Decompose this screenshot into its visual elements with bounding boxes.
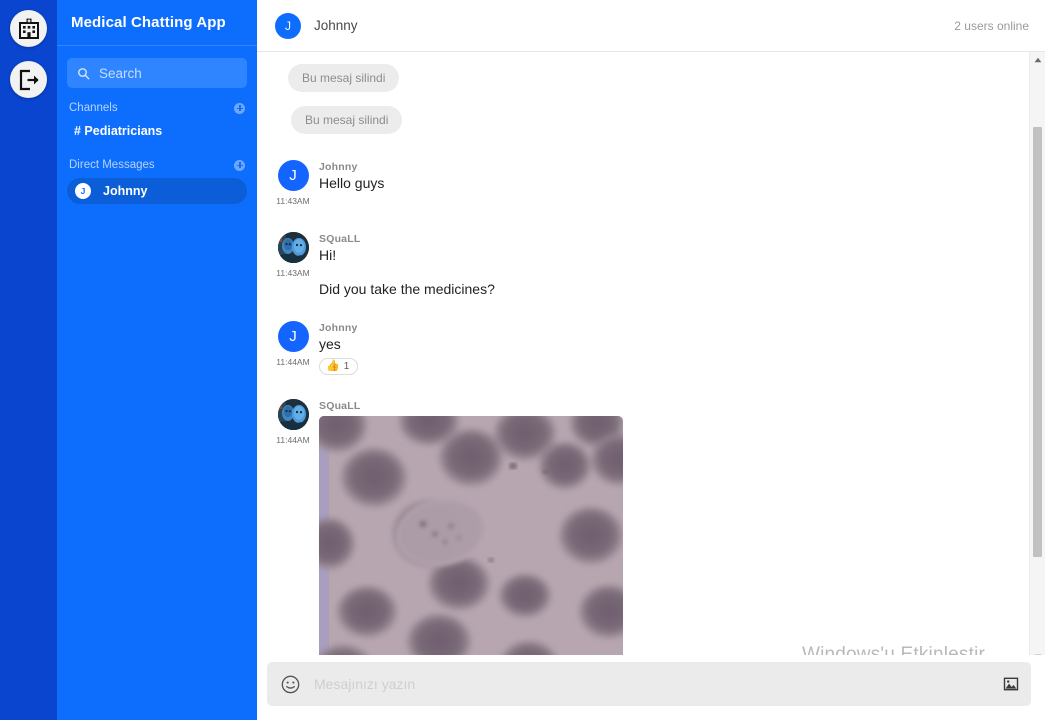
sidebar-section-label-channels: Channels — [69, 102, 118, 114]
message-text: Did you take the medicines? — [319, 281, 495, 297]
hospital-icon[interactable] — [10, 10, 47, 47]
message-text: Hi! — [319, 247, 337, 263]
message-body: SQuaLL — [319, 399, 1045, 655]
add-channel-button[interactable] — [234, 102, 245, 114]
blood-cells-microscopy-image — [319, 416, 623, 655]
message-row: J 11:43AM Johnny Hello guys — [257, 160, 1045, 206]
message-text: yes — [319, 336, 341, 352]
message-image-attachment[interactable]: coolsciencegifs.tumblr — [319, 416, 623, 655]
avatar: J — [277, 321, 309, 352]
message-row-deleted: Bu mesaj silindi — [257, 64, 1045, 92]
sidebar: Medical Chatting App Search Channels # P… — [57, 0, 257, 720]
avatar — [277, 399, 309, 430]
logout-icon-glyph — [19, 69, 39, 90]
composer-area: Mesajınızı yazın — [257, 655, 1045, 720]
avatar: J — [75, 183, 91, 199]
message-input-placeholder: Mesajınızı yazın — [314, 676, 416, 692]
message-author: Johnny — [319, 161, 358, 173]
search-input[interactable]: Search — [67, 58, 247, 88]
message-gutter: 11:43AM — [267, 232, 319, 297]
sidebar-section-label-direct-messages: Direct Messages — [69, 159, 155, 171]
avatar: J — [277, 160, 309, 191]
message-list[interactable]: Bu mesaj silindi Bu mesaj silindi J 11:4… — [257, 52, 1045, 655]
scroll-up-button[interactable] — [1030, 52, 1045, 68]
smiley-icon[interactable] — [281, 675, 300, 694]
sidebar-item-label: # Pediatricians — [74, 124, 163, 138]
message-row-deleted: Bu mesaj silindi — [257, 106, 1045, 134]
sidebar-section-direct-messages: Direct Messages — [67, 156, 247, 174]
main-panel: J Johnny 2 users online Bu mesaj silindi… — [257, 0, 1045, 720]
reaction-count: 1 — [343, 361, 350, 372]
message-timestamp: 11:44AM — [276, 435, 310, 445]
app-title: Medical Chatting App — [71, 14, 226, 31]
message-author: SQuaLL — [319, 400, 361, 412]
avatar — [277, 232, 309, 263]
message-row: 11:43AM SQuaLL Hi! Did you take the medi… — [257, 232, 1045, 297]
search-placeholder: Search — [99, 65, 142, 81]
page-title: Johnny — [314, 18, 358, 33]
sidebar-item-pediatricians[interactable]: # Pediatricians — [67, 117, 247, 145]
sidebar-section-channels: Channels — [67, 99, 247, 117]
message-body: Johnny yes 👍 1 — [319, 321, 1045, 375]
logout-icon[interactable] — [10, 61, 47, 98]
message-text: Hello guys — [319, 175, 385, 191]
message-body: Johnny Hello guys — [319, 160, 1045, 206]
sidebar-item-johnny[interactable]: J Johnny — [67, 178, 247, 204]
message-list-scrollbar[interactable] — [1029, 52, 1045, 665]
image-icon[interactable] — [1003, 676, 1019, 692]
message-row: 11:44AM SQuaLL — [257, 399, 1045, 655]
add-direct-message-button[interactable] — [234, 159, 245, 171]
message-gutter: J 11:43AM — [267, 160, 319, 206]
avatar-photo — [277, 232, 309, 263]
message-row: J 11:44AM Johnny yes 👍 1 — [257, 321, 1045, 375]
message-timestamp: 11:43AM — [276, 268, 310, 278]
chat-header: J Johnny 2 users online — [257, 0, 1045, 52]
thumbs-up-icon: 👍 — [326, 360, 340, 372]
sidebar-item-label: Johnny — [103, 184, 148, 198]
avatar: J — [275, 12, 301, 39]
message-timestamp: 11:43AM — [276, 196, 310, 206]
chat-app-window: Medical Chatting App Search Channels # P… — [0, 0, 1045, 720]
search-icon — [78, 67, 90, 79]
hospital-icon-glyph — [18, 18, 39, 39]
scrollbar-thumb[interactable] — [1033, 127, 1042, 557]
message-author: SQuaLL — [319, 233, 361, 245]
message-input[interactable]: Mesajınızı yazın — [267, 662, 1031, 706]
chevron-up-icon — [1034, 57, 1041, 63]
reaction-badge[interactable]: 👍 1 — [319, 358, 359, 375]
message-body: SQuaLL Hi! Did you take the medicines? — [319, 232, 1045, 297]
sidebar-body: Search Channels # Pediatricians Direct M… — [57, 46, 257, 204]
avatar-photo — [277, 399, 309, 430]
message-gutter: 11:44AM — [267, 399, 319, 655]
deleted-message-bubble: Bu mesaj silindi — [291, 106, 403, 134]
message-gutter: J 11:44AM — [267, 321, 319, 375]
message-author: Johnny — [319, 322, 358, 334]
deleted-message-bubble: Bu mesaj silindi — [288, 64, 400, 92]
status-badge: 2 users online — [954, 18, 1029, 33]
left-rail — [0, 0, 57, 720]
message-timestamp: 11:44AM — [276, 357, 310, 367]
sidebar-header: Medical Chatting App — [57, 0, 257, 46]
